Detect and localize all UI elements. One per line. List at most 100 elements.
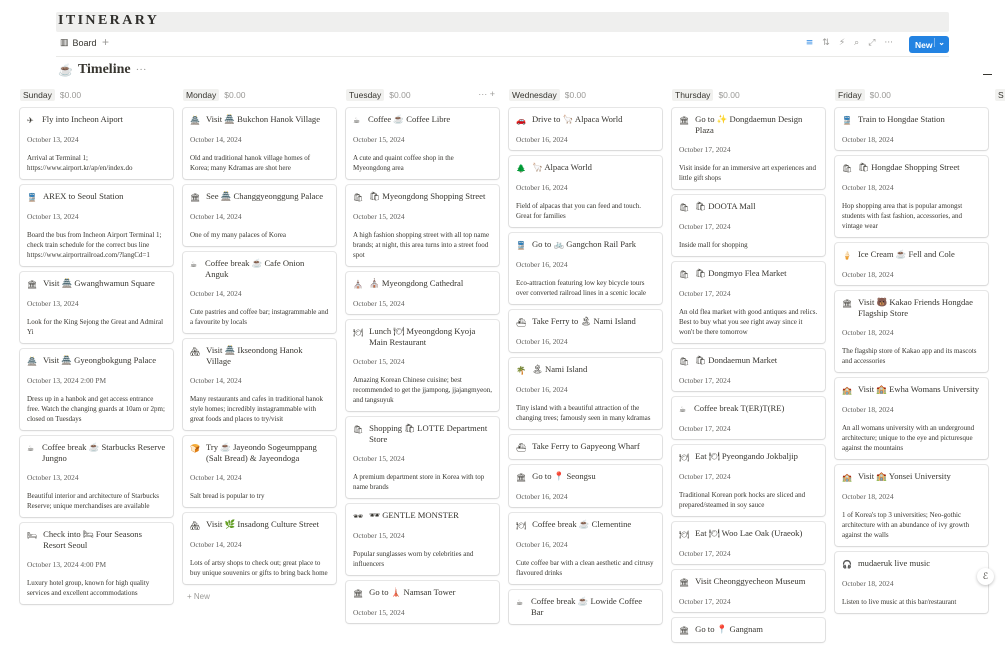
add-view-button[interactable]: + bbox=[102, 35, 109, 49]
column-header[interactable]: Tuesday $0.00 ··· + bbox=[346, 88, 499, 102]
card-note: Visit inside for an immersive art experi… bbox=[679, 164, 817, 182]
itinerary-card[interactable]: 🏘 Visit 🌿 Insadong Culture Street October … bbox=[183, 513, 336, 584]
card-title: 🍽 Lunch 🍽 Myeongdong Kyoja Main Restauran… bbox=[353, 326, 492, 348]
itinerary-card[interactable]: 🕶 🕶 GENTLE MONSTER October 15, 2024 Popular… bbox=[346, 504, 499, 575]
more-icon[interactable]: ··· bbox=[884, 38, 893, 48]
itinerary-card[interactable]: 🏛 See 🏯 Changgyeonggung Palace October 14,… bbox=[183, 185, 336, 246]
itinerary-card[interactable]: ☕ Coffee break ☕ Cafe Onion Anguk October … bbox=[183, 252, 336, 333]
itinerary-card[interactable]: ☕ Coffee break T(ER)T(RE) October 17, 2024 bbox=[672, 397, 825, 439]
card-type-icon: 🛍 bbox=[353, 425, 364, 434]
itinerary-card[interactable]: 🏫 Visit 🏫 Yonsei University October 18, 20… bbox=[835, 465, 988, 546]
card-type-icon: 🏫 bbox=[842, 473, 852, 482]
filter-icon[interactable]: ≡ bbox=[806, 38, 814, 48]
itinerary-card[interactable]: 🛍 Shopping 🛍 LOTTE Department Store Octobe… bbox=[346, 417, 499, 498]
itinerary-card[interactable]: 🏛 Go to ✨ Dongdaemun Design Plaza October … bbox=[672, 108, 825, 189]
card-date: October 16, 2024 bbox=[516, 183, 568, 192]
itinerary-card[interactable]: ✈ Fly into Incheon Aiport October 13, 2024… bbox=[20, 108, 173, 179]
card-note: Inside mall for shopping bbox=[679, 241, 748, 249]
ai-assistant-button[interactable]: ℰ bbox=[977, 568, 994, 585]
new-dropdown-icon[interactable]: ⌄ bbox=[934, 38, 945, 47]
card-date: October 18, 2024 bbox=[842, 579, 894, 588]
page-title: ☕ Timeline ··· bbox=[58, 62, 147, 78]
card-date: October 15, 2024 bbox=[353, 531, 405, 540]
itinerary-card[interactable]: 🚆 Go to 🚲 Gangchon Rail Park October 16, 2… bbox=[509, 233, 662, 304]
itinerary-card[interactable]: 🏛 Visit Cheonggyecheon Museum October 17, … bbox=[672, 570, 825, 612]
itinerary-card[interactable]: 🍞 Try ☕ Jayeondo Sogeumppang (Salt Bread)… bbox=[183, 436, 336, 507]
itinerary-card[interactable]: 🍽 Coffee break ☕ Clementine October 16, 20… bbox=[509, 513, 662, 584]
column-header[interactable]: Thursday $0.00 bbox=[672, 88, 825, 102]
itinerary-card[interactable]: ☕ Coffee break ☕ Starbucks Reserve Jungno… bbox=[20, 436, 173, 517]
itinerary-card[interactable]: 🏘 Visit 🏯 Ikseondong Hanok Village October… bbox=[183, 339, 336, 430]
card-title-text: Coffee break T(ER)T(RE) bbox=[694, 403, 785, 413]
card-title: ⛪ ⛪ Myeongdong Cathedral bbox=[353, 278, 492, 290]
card-type-icon: 🏘 bbox=[190, 347, 201, 356]
page-more-icon[interactable]: ··· bbox=[136, 64, 147, 76]
search-icon[interactable]: ⌕ bbox=[854, 38, 859, 48]
card-type-icon: ☕ bbox=[679, 405, 687, 414]
column-actions[interactable]: ··· + bbox=[478, 89, 495, 99]
itinerary-card[interactable]: ⛴ Take Ferry to Gapyeong Wharf bbox=[509, 435, 662, 459]
card-type-icon: ⛴ bbox=[516, 443, 527, 452]
automation-icon[interactable]: ⚡ bbox=[839, 38, 845, 48]
column-header[interactable]: Sunday $0.00 bbox=[20, 88, 173, 102]
itinerary-card[interactable]: 🚆 Train to Hongdae Station October 18, 202… bbox=[835, 108, 988, 150]
itinerary-card[interactable]: 🍽 Eat 🍽 Woo Lae Oak (Uraeok) October 17, 2… bbox=[672, 522, 825, 564]
card-title-text: Go to 🗼 Namsan Tower bbox=[369, 587, 456, 597]
new-button[interactable]: New ⌄ bbox=[909, 36, 949, 53]
card-title-text: 🏝 Nami Island bbox=[531, 364, 588, 374]
collapse-icon[interactable] bbox=[983, 74, 992, 75]
itinerary-card[interactable]: 🍽 Lunch 🍽 Myeongdong Kyoja Main Restauran… bbox=[346, 320, 499, 411]
itinerary-card[interactable]: 🛍 🛍 Dondaemun Market October 17, 2024 bbox=[672, 349, 825, 391]
card-title: 🛍 🛍 Hongdae Shopping Street bbox=[842, 162, 981, 174]
itinerary-card[interactable]: 🛍 🛍 Myeongdong Shopping Street October 15,… bbox=[346, 185, 499, 266]
card-type-icon: 🛍 bbox=[679, 270, 690, 279]
view-tab-board[interactable]: ▥ Board bbox=[60, 37, 97, 48]
card-date: October 16, 2024 bbox=[516, 492, 568, 501]
itinerary-card[interactable]: 🌲 🦙 Alpaca World October 16, 2024 Field of … bbox=[509, 156, 662, 227]
expand-icon[interactable]: ⤢ bbox=[868, 38, 875, 48]
card-type-icon: 🏛 bbox=[842, 299, 853, 308]
itinerary-card[interactable]: 🏛 Visit 🏯 Gwanghwamun Square October 13, 2… bbox=[20, 272, 173, 343]
card-title-text: Coffee break ☕ Clementine bbox=[532, 519, 632, 529]
card-type-icon: 🕶 bbox=[353, 512, 364, 521]
itinerary-card[interactable]: ☕ Coffee ☕ Coffee Libre October 15, 2024 A … bbox=[346, 108, 499, 179]
itinerary-card[interactable]: 🎧 mudaeruk live music October 18, 2024 List… bbox=[835, 552, 988, 613]
itinerary-card[interactable]: 🏯 Visit 🏯 Bukchon Hanok Village October 14… bbox=[183, 108, 336, 179]
itinerary-card[interactable]: 🚆 AREX to Seoul Station October 13, 2024 Bo… bbox=[20, 185, 173, 266]
card-note: Eco-attraction featuring low key bicycle… bbox=[516, 279, 647, 297]
card-title-text: 🛍 Dongmyo Flea Market bbox=[695, 268, 787, 278]
itinerary-card[interactable]: ⛴ Take Ferry to 🏝 Nami Island October 16, … bbox=[509, 310, 662, 352]
column-header[interactable]: Friday $0.00 bbox=[835, 88, 988, 102]
itinerary-card[interactable]: ⛪ ⛪ Myeongdong Cathedral October 15, 2024 bbox=[346, 272, 499, 314]
card-title: 🛍 🛍 Dondaemun Market bbox=[679, 355, 818, 367]
sort-icon[interactable]: ⇅ bbox=[822, 38, 830, 48]
itinerary-card[interactable]: 🛍 🛍 DOOTA Mall October 17, 2024 Inside mall… bbox=[672, 195, 825, 256]
itinerary-card[interactable]: 🛏 Check into 🛏 Four Seasons Resort Seoul O… bbox=[20, 523, 173, 604]
card-title-text: Coffee break ☕ Cafe Onion Anguk bbox=[205, 258, 305, 279]
new-card-button[interactable]: + New bbox=[183, 590, 336, 603]
card-type-icon: 🍽 bbox=[679, 530, 690, 539]
column-header[interactable]: Monday $0.00 bbox=[183, 88, 336, 102]
itinerary-card[interactable]: 🏫 Visit 🏫 Ewha Womans University October 1… bbox=[835, 378, 988, 459]
itinerary-card[interactable]: 🛍 🛍 Hongdae Shopping Street October 18, 20… bbox=[835, 156, 988, 237]
itinerary-card[interactable]: 🏛 Go to 📍 Gangnam bbox=[672, 618, 825, 642]
itinerary-card[interactable]: 🍽 Eat 🍽 Pyeongando Jokbaljip October 17, 2… bbox=[672, 445, 825, 516]
card-note: The flagship store of Kakao app and its … bbox=[842, 347, 977, 365]
card-date: October 18, 2024 bbox=[842, 328, 894, 337]
card-title-text: 🛍 Myeongdong Shopping Street bbox=[369, 191, 486, 201]
itinerary-card[interactable]: 🏛 Go to 🗼 Namsan Tower October 15, 2024 bbox=[346, 581, 499, 623]
itinerary-card[interactable]: ☕ Coffee break ☕ Lowide Coffee Bar bbox=[509, 590, 662, 624]
page-title-text[interactable]: Timeline bbox=[78, 62, 131, 78]
itinerary-card[interactable]: 🍦 Ice Cream ☕ Fell and Cole October 18, 20… bbox=[835, 243, 988, 285]
itinerary-card[interactable]: 🛍 🛍 Dongmyo Flea Market October 17, 2024 An… bbox=[672, 262, 825, 343]
itinerary-card[interactable]: 🚗 Drive to 🦙 Alpaca World October 16, 2024 bbox=[509, 108, 662, 150]
column-header[interactable]: Wednesday $0.00 bbox=[509, 88, 662, 102]
card-type-icon: 🚗 bbox=[516, 116, 526, 125]
itinerary-card[interactable]: 🌴 🏝 Nami Island October 16, 2024 Tiny islan… bbox=[509, 358, 662, 429]
itinerary-card[interactable]: 🏛 Go to 📍 Seongsu October 16, 2024 bbox=[509, 465, 662, 507]
itinerary-card[interactable]: 🏯 Visit 🏯 Gyeongbokgung Palace October 13,… bbox=[20, 349, 173, 430]
itinerary-card[interactable]: 🏛 Visit 🐻 Kakao Friends Hongdae Flagship … bbox=[835, 291, 988, 372]
card-title: 🌲 🦙 Alpaca World bbox=[516, 162, 655, 174]
card-type-icon: 🛍 bbox=[353, 193, 364, 202]
column-amount: $0.00 bbox=[224, 90, 246, 100]
